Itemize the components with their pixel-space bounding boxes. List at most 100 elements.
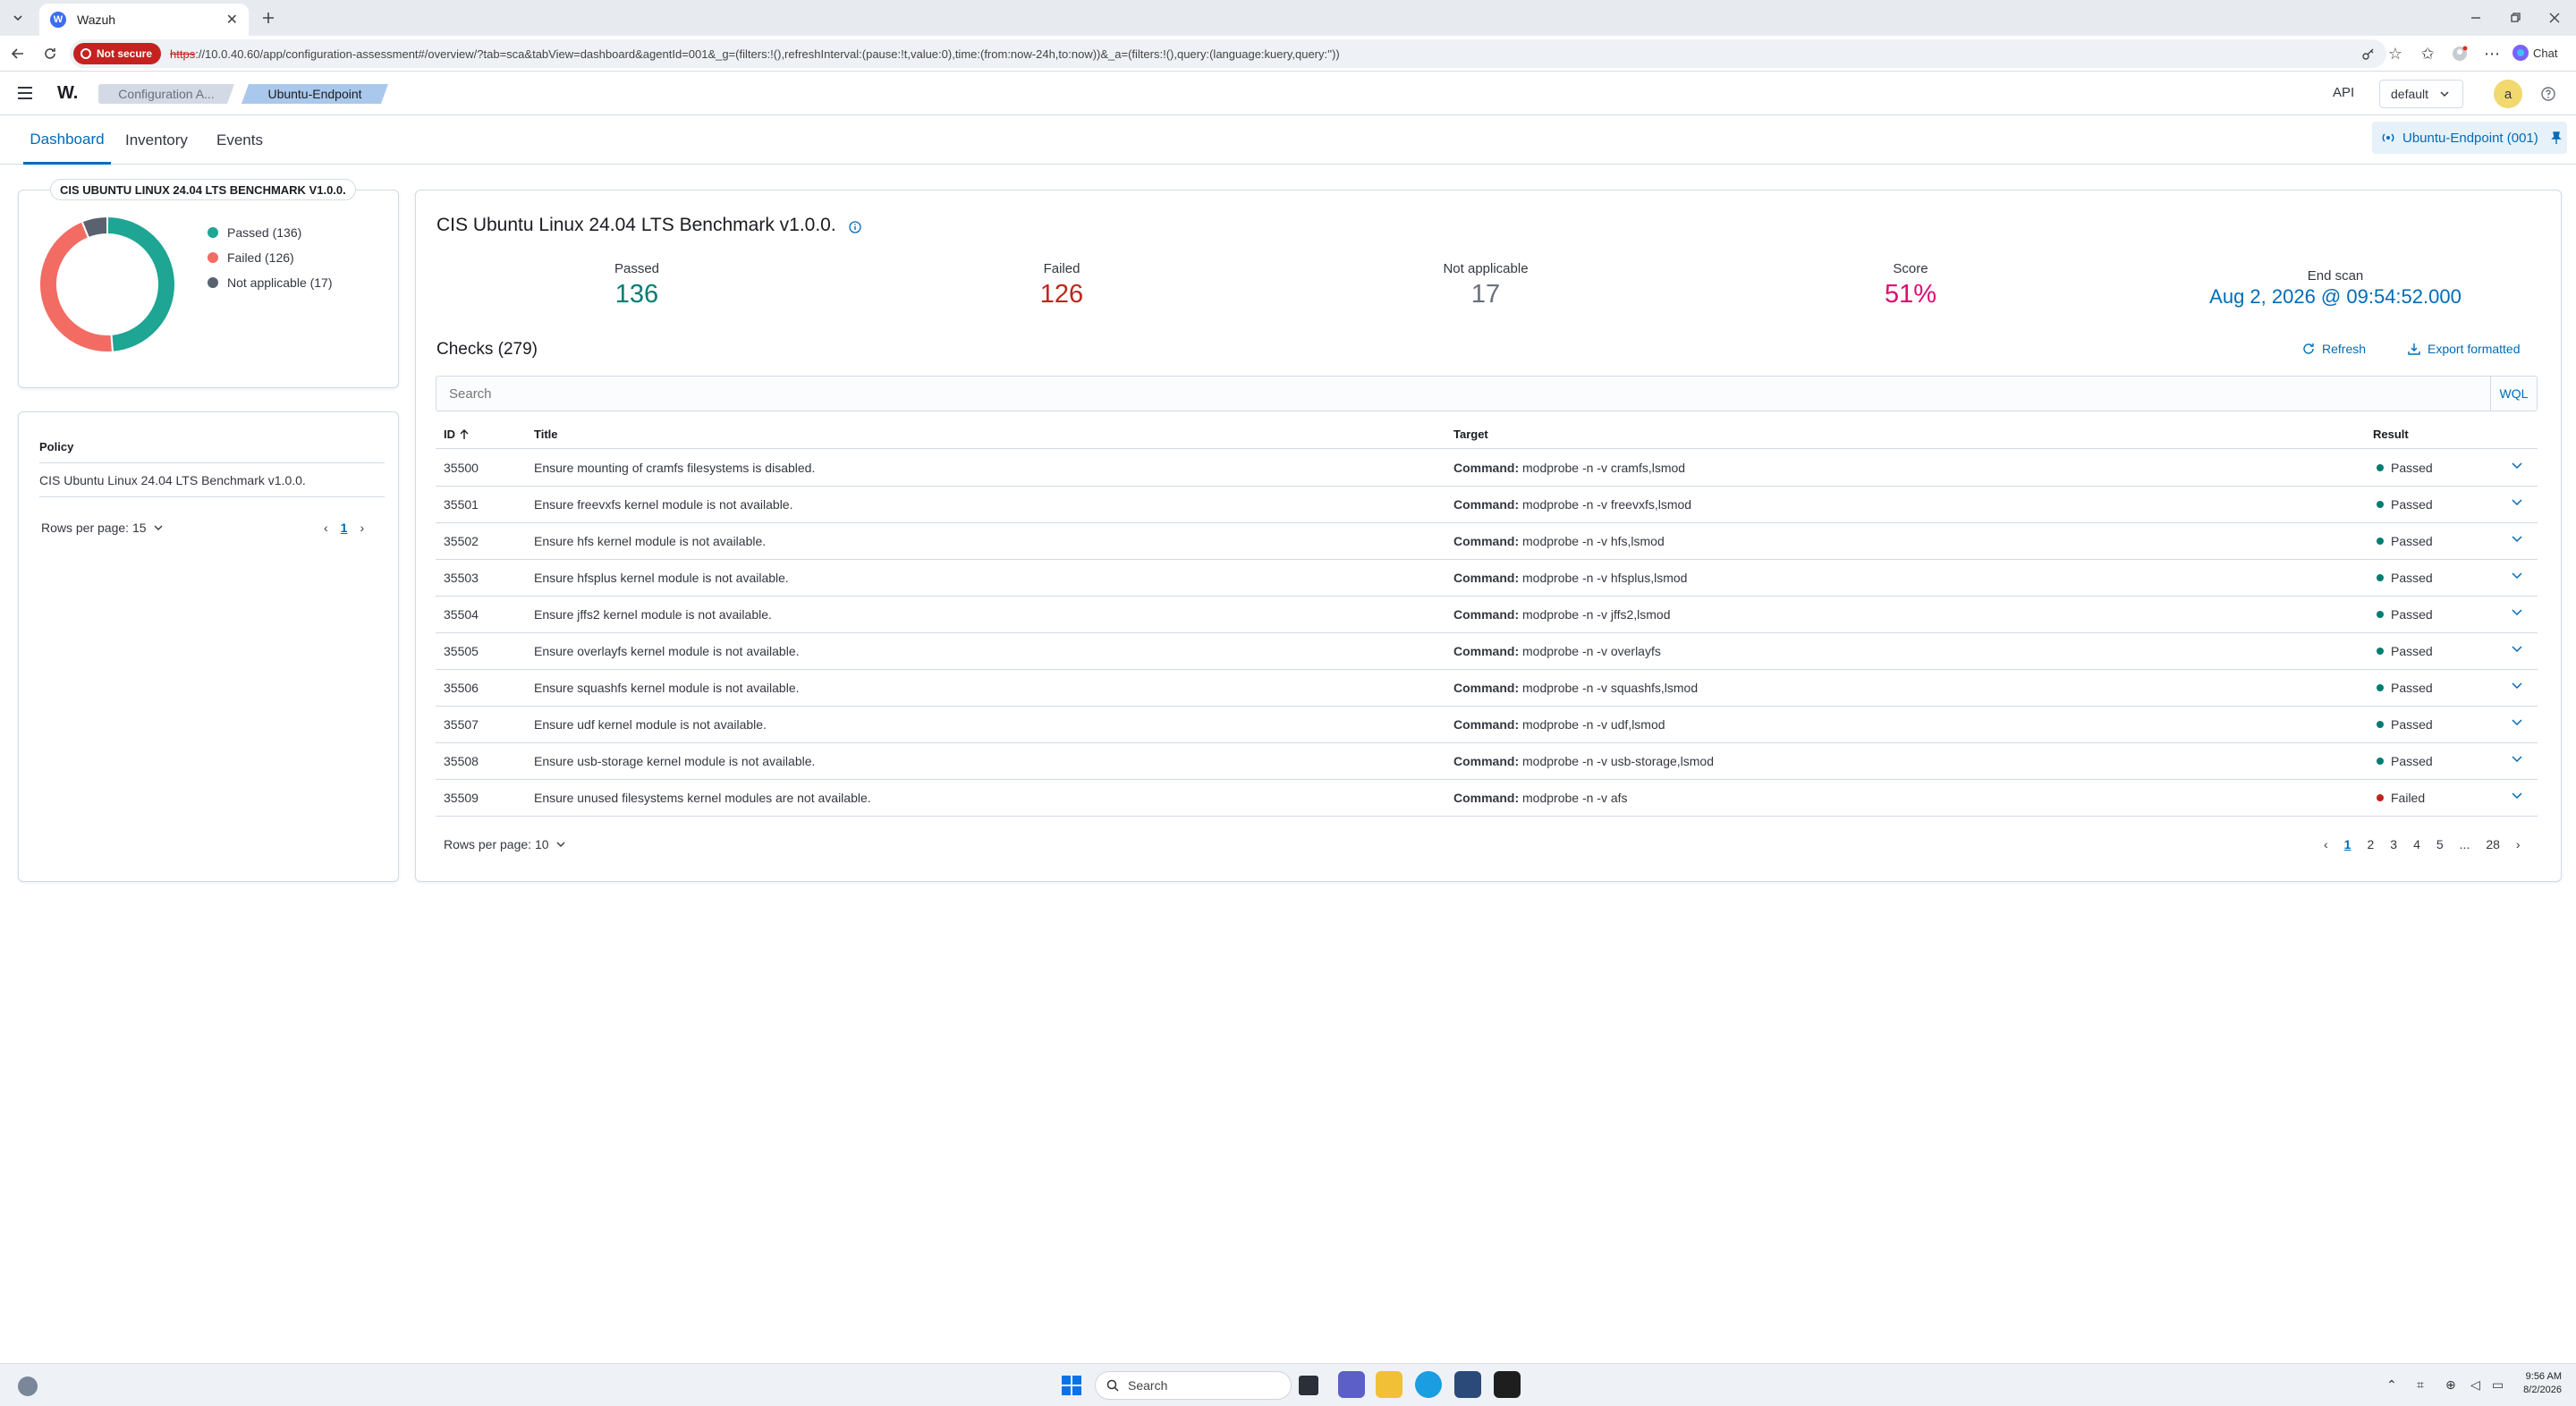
table-row[interactable]: 35501 Ensure freevxfs kernel module is no… [436,487,2538,523]
favorites-list-icon[interactable]: ✩ [2413,39,2442,68]
table-row[interactable]: 35509 Ensure unused filesystems kernel mo… [436,780,2538,817]
breadcrumb-configuration-assessment[interactable]: Configuration A... [98,84,234,104]
tray-chevron-up-icon[interactable]: ⌃ [2386,1377,2397,1393]
check-result: Passed [2377,534,2433,548]
table-row[interactable]: 35506 Ensure squashfs kernel module is no… [436,670,2538,707]
api-select[interactable]: default [2379,80,2463,108]
chevron-left-icon[interactable]: ‹ [324,521,328,535]
help-icon[interactable] [2540,86,2556,102]
back-arrow-icon[interactable] [4,39,32,68]
check-title: Ensure freevxfs kernel module is not ava… [534,497,793,512]
legend-item-passed[interactable]: Passed (136) [208,225,333,240]
page-4[interactable]: 4 [2413,837,2420,851]
rows-per-page-label: Rows per page: 10 [444,837,549,851]
column-id[interactable]: ID [444,428,469,441]
column-target[interactable]: Target [1453,428,1488,441]
volume-icon[interactable]: ◁ [2470,1377,2480,1393]
table-row[interactable]: 35502 Ensure hfs kernel module is not ava… [436,523,2538,560]
info-icon[interactable] [849,221,861,233]
donut-slice-passed[interactable] [106,215,176,353]
wazuh-logo[interactable]: W. [57,83,78,104]
policy-rows-per-page[interactable]: Rows per page: 15 [41,521,163,535]
rows-per-page-select[interactable]: Rows per page: 10 [444,837,565,851]
not-secure-badge[interactable]: Not secure [73,43,162,64]
task-view-icon[interactable] [1299,1376,1318,1395]
check-target: Command: modprobe -n -v overlayfs [1453,644,1661,658]
tab-inventory[interactable]: Inventory [125,116,188,165]
breadcrumb-ubuntu-endpoint[interactable]: Ubuntu-Endpoint [242,84,388,104]
expand-row-chevron-icon[interactable] [2511,459,2523,471]
donut-slice-failed[interactable] [38,220,114,353]
legend-item-not-applicable[interactable]: Not applicable (17) [208,275,333,290]
table-row[interactable]: 35508 Ensure usb-storage kernel module is… [436,743,2538,780]
table-row[interactable]: 35504 Ensure jffs2 kernel module is not a… [436,597,2538,633]
expand-row-chevron-icon[interactable] [2511,752,2523,765]
expand-row-chevron-icon[interactable] [2511,679,2523,691]
close-window-icon[interactable] [2540,4,2569,32]
browser-tab-wazuh[interactable]: W Wazuh ✕ [39,4,249,36]
page-28[interactable]: 28 [2486,837,2500,851]
taskbar-clock[interactable]: 9:56 AM 8/2/2026 [2515,1371,2562,1395]
tab-events[interactable]: Events [216,116,263,165]
api-link[interactable]: API [2333,85,2354,100]
table-row[interactable]: 35507 Ensure udf kernel module is not ava… [436,707,2538,743]
chevron-right-icon[interactable]: › [360,521,364,535]
edge-browser-icon[interactable] [1415,1371,1442,1398]
refresh-button[interactable]: Refresh [2302,342,2366,356]
url-field[interactable]: Not secure https ://10.0.40.60/app/confi… [70,39,2386,68]
wql-toggle[interactable]: WQL [2490,377,2537,411]
expand-row-chevron-icon[interactable] [2511,532,2523,545]
network-icon[interactable]: ⌗ [2417,1377,2424,1393]
policy-page-1[interactable]: 1 [341,521,348,535]
chevron-right-icon[interactable]: › [2516,837,2521,851]
chevron-left-icon[interactable]: ‹ [2324,837,2328,851]
tab-list-chevron-icon[interactable] [4,4,32,32]
legend-item-failed[interactable]: Failed (126) [208,250,333,265]
tab-dashboard[interactable]: Dashboard [23,116,111,165]
search-input[interactable] [436,377,2490,411]
windows-taskbar: Search ⌃ ⌗ ⊕ ◁ ▭ 9:56 AM 8/2/2026 [0,1363,2576,1406]
table-row[interactable]: 35500 Ensure mounting of cramfs filesyste… [436,450,2538,487]
copilot-app-icon[interactable] [1338,1371,1365,1398]
globe-icon[interactable]: ⊕ [2445,1377,2456,1393]
expand-row-chevron-icon[interactable] [2511,716,2523,728]
taskbar-search[interactable]: Search [1095,1371,1292,1400]
expand-row-chevron-icon[interactable] [2511,642,2523,655]
profile-icon[interactable] [2445,39,2474,68]
hamburger-menu-icon[interactable] [16,85,34,101]
policy-row[interactable]: CIS Ubuntu Linux 24.04 LTS Benchmark v1.… [39,473,306,487]
table-row[interactable]: 35503 Ensure hfsplus kernel module is not… [436,560,2538,597]
check-result: Passed [2377,644,2433,658]
reload-icon[interactable] [36,39,64,68]
expand-row-chevron-icon[interactable] [2511,606,2523,618]
minimize-window-icon[interactable] [2462,4,2490,32]
column-result[interactable]: Result [2373,428,2409,441]
page-5[interactable]: 5 [2436,837,2444,851]
expand-row-chevron-icon[interactable] [2511,789,2523,801]
divider [39,462,385,463]
new-tab-plus-icon[interactable] [254,4,283,32]
more-menu-icon[interactable]: ⋯ [2478,39,2506,68]
page-1[interactable]: 1 [2344,837,2351,851]
agent-selector-pill[interactable]: Ubuntu-Endpoint (001) [2372,122,2567,154]
user-avatar[interactable]: a [2494,80,2522,108]
favorite-star-icon[interactable]: ☆ [2381,39,2410,68]
battery-icon[interactable]: ▭ [2492,1377,2504,1393]
restore-window-icon[interactable] [2501,4,2529,32]
terminal-icon[interactable] [1494,1371,1521,1398]
column-title[interactable]: Title [534,428,558,441]
status-dot [2377,684,2384,692]
weather-icon[interactable] [18,1376,38,1396]
expand-row-chevron-icon[interactable] [2511,569,2523,581]
store-icon[interactable] [1454,1371,1481,1398]
key-icon[interactable] [2354,39,2383,68]
start-windows-icon[interactable] [1061,1375,1082,1396]
page-2[interactable]: 2 [2367,837,2374,851]
close-tab-icon[interactable]: ✕ [226,11,238,29]
file-explorer-icon[interactable] [1376,1371,1402,1398]
expand-row-chevron-icon[interactable] [2511,495,2523,508]
export-formatted-button[interactable]: Export formatted [2408,342,2521,356]
table-row[interactable]: 35505 Ensure overlayfs kernel module is n… [436,633,2538,670]
copilot-chat-button[interactable]: Chat [2512,44,2557,62]
page-3[interactable]: 3 [2390,837,2397,851]
